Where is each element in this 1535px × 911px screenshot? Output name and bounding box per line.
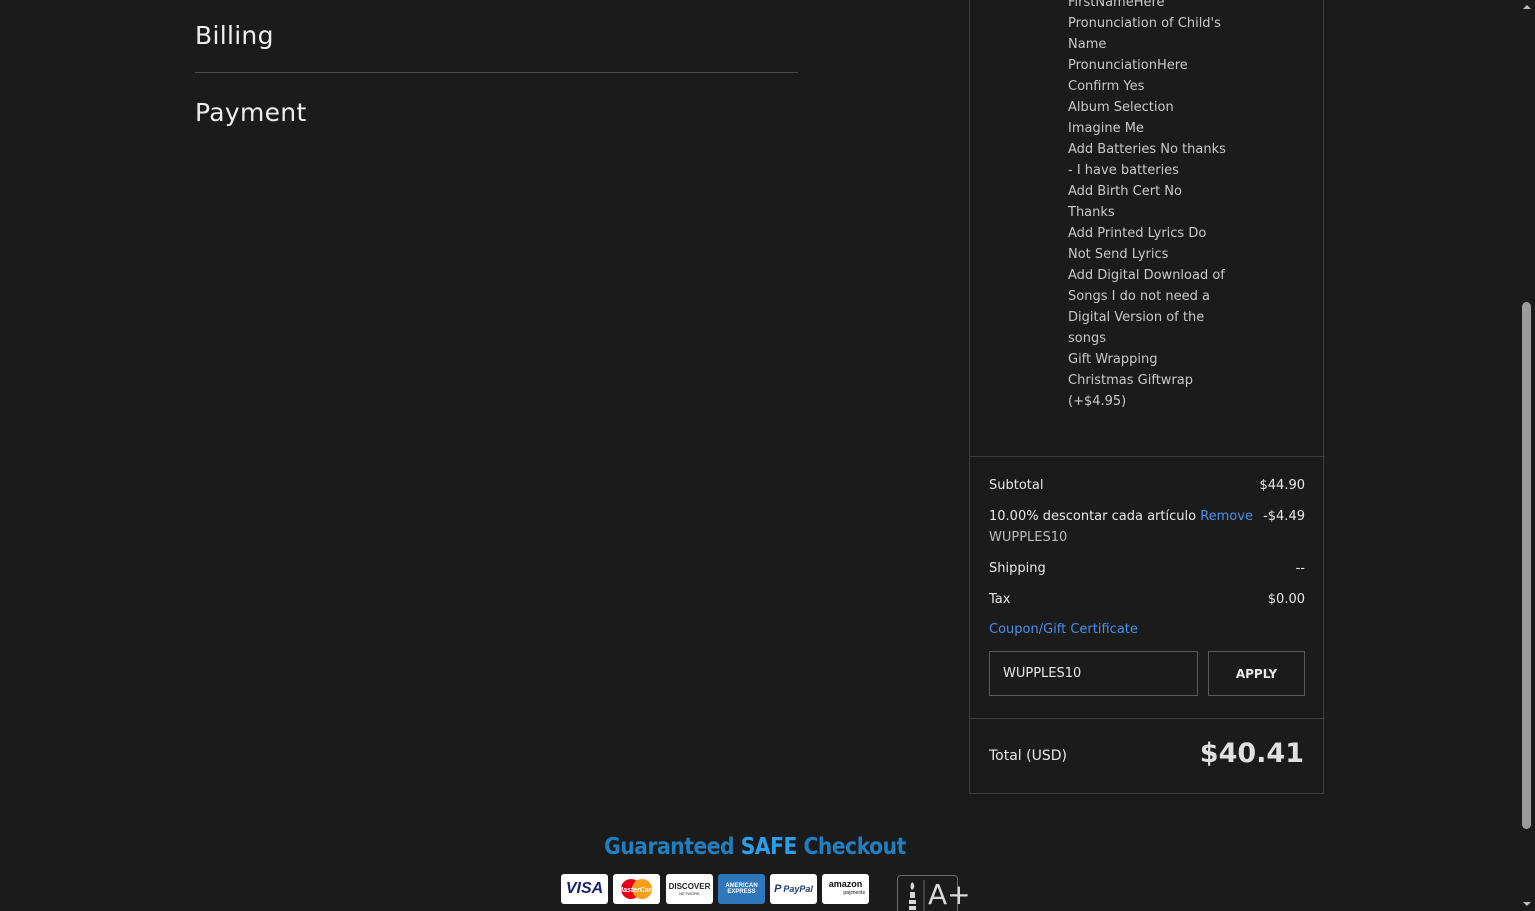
billing-heading[interactable]: Billing	[195, 21, 274, 50]
amazon-logo: amazon payments	[822, 874, 869, 904]
shipping-value: --	[1295, 561, 1305, 576]
item-option: Add Printed Lyrics Do Not Send Lyrics	[1068, 226, 1207, 262]
scroll-up-arrow-icon[interactable]	[1521, 2, 1533, 12]
item-option: Imagine Me	[1068, 121, 1144, 136]
paypal-logo-text: PayPal	[783, 884, 813, 894]
item-option: Pronunciation of Child's Name	[1068, 16, 1221, 52]
paypal-p-icon: P	[774, 883, 782, 895]
total-label: Total (USD)	[989, 748, 1067, 764]
tax-value: $0.00	[1267, 592, 1305, 607]
apply-coupon-button[interactable]: APPLY	[1208, 651, 1305, 696]
mastercard-logo-text: MasterCard	[617, 887, 656, 894]
item-option: Add Birth Cert No Thanks	[1068, 184, 1182, 220]
guaranteed-safe-checkout-banner: Guaranteed SAFE Checkout	[583, 834, 926, 860]
amex-logo: AMERICAN EXPRESS	[718, 874, 765, 904]
total-value: $40.41	[1199, 738, 1304, 769]
order-summary-panel: FirstNameHere Pronunciation of Child's N…	[969, 0, 1325, 794]
subtotal-label: Subtotal	[989, 478, 1044, 493]
item-option: FirstNameHere	[1068, 0, 1165, 10]
item-option: Christmas Giftwrap (+$4.95)	[1068, 373, 1194, 409]
amazon-logo-text: amazon	[828, 879, 863, 889]
remove-discount-link[interactable]: Remove	[1200, 509, 1253, 524]
item-option: Album Selection	[1068, 100, 1174, 115]
discount-label-group: 10.00% descontar cada artículo Remove	[989, 509, 1253, 524]
subtotal-value: $44.90	[1259, 478, 1306, 493]
item-option: PronunciationHere	[1068, 58, 1188, 73]
mastercard-logo: MasterCard	[613, 874, 660, 904]
safe-checkout-text-1: Guaranteed	[604, 834, 741, 860]
total-divider	[970, 718, 1325, 719]
shipping-label: Shipping	[989, 561, 1046, 576]
item-options-list: FirstNameHere Pronunciation of Child's N…	[1068, 0, 1228, 412]
scrollbar-thumb[interactable]	[1522, 302, 1531, 829]
bbb-torch-icon	[909, 880, 925, 911]
item-option: Gift Wrapping	[1068, 352, 1158, 367]
discover-logo-subtext: NETWORK	[679, 891, 700, 896]
amazon-logo-subtext: payments	[843, 890, 865, 896]
discount-label: 10.00% descontar cada artículo	[989, 509, 1197, 524]
scroll-down-arrow-icon[interactable]	[1521, 899, 1533, 909]
item-option: Add Digital Download of Songs I do not n…	[1068, 268, 1225, 346]
coupon-input[interactable]	[989, 651, 1198, 696]
discount-code: WUPPLES10	[989, 530, 1068, 545]
bbb-rating: A+	[928, 878, 971, 911]
paypal-logo: P PayPal	[770, 874, 817, 904]
mastercard-icon: MasterCard	[617, 879, 656, 899]
discover-logo-text: DISCOVER	[668, 882, 711, 891]
discount-value: -$4.49	[1263, 509, 1305, 524]
safe-checkout-text-2: SAFE	[740, 834, 798, 860]
tax-label: Tax	[989, 592, 1011, 607]
safe-checkout-text-3: Checkout	[796, 834, 906, 860]
item-option: Add Batteries No thanks - I have batteri…	[1068, 142, 1226, 178]
coupon-gift-certificate-link[interactable]: Coupon/Gift Certificate	[989, 622, 1138, 637]
visa-logo-text: VISA	[565, 880, 604, 897]
payment-heading[interactable]: Payment	[195, 98, 307, 127]
bbb-accreditation-badge[interactable]: A+	[897, 875, 971, 911]
amex-logo-text-2: EXPRESS	[727, 889, 756, 895]
item-option: Confirm Yes	[1068, 79, 1145, 94]
summary-divider	[970, 456, 1325, 457]
checkout-page: Billing Payment FirstNameHere Pronunciat…	[0, 0, 1535, 911]
discover-logo: DISCOVER NETWORK	[666, 874, 713, 904]
visa-logo: VISA	[561, 874, 608, 904]
billing-divider	[195, 72, 798, 73]
